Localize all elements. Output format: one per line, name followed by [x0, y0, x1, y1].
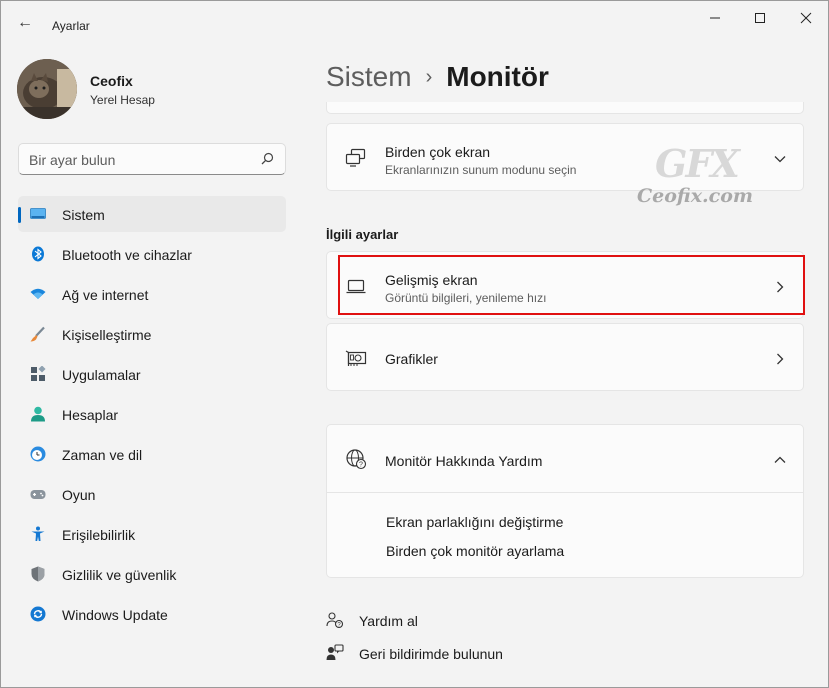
- section-title: İlgili ayarlar: [326, 227, 399, 242]
- update-icon: [30, 606, 46, 622]
- sidebar-item-label: Bluetooth ve cihazlar: [62, 247, 192, 263]
- person-icon: [31, 406, 45, 422]
- footer-label: Geri bildirimde bulunun: [359, 646, 503, 662]
- search-icon[interactable]: [259, 151, 275, 167]
- sidebar-item-apps[interactable]: Uygulamalar: [18, 356, 286, 392]
- wifi-icon: [30, 288, 46, 299]
- breadcrumb-parent[interactable]: Sistem: [326, 61, 412, 92]
- page-title: Monitör: [446, 61, 549, 92]
- sidebar-item-accounts[interactable]: Hesaplar: [18, 396, 286, 432]
- help-link-brightness[interactable]: Ekran parlaklığını değiştirme: [386, 514, 563, 530]
- help-card-header[interactable]: ? Monitör Hakkında Yardım: [327, 425, 803, 492]
- search-box[interactable]: [18, 143, 286, 175]
- help-card: ? Monitör Hakkında Yardım Ekran parlaklı…: [326, 424, 804, 578]
- sidebar-item-windows-update[interactable]: Windows Update: [18, 596, 286, 632]
- chevron-up-icon[interactable]: [773, 453, 787, 467]
- avatar[interactable]: [17, 59, 77, 119]
- card-title: Birden çok ekran: [385, 144, 491, 160]
- chevron-right-icon[interactable]: [773, 352, 787, 366]
- monitor-icon: [30, 208, 46, 219]
- search-input[interactable]: [29, 150, 249, 170]
- sidebar-item-label: Ağ ve internet: [62, 287, 149, 303]
- card-description: Ekranlarınızın sunum modunu seçin: [385, 163, 577, 177]
- card-title: Monitör Hakkında Yardım: [385, 453, 543, 469]
- card-title: Gelişmiş ekran: [385, 272, 478, 288]
- watermark: GFX Ceofix.com: [631, 141, 753, 211]
- settings-window: ← Ayarlar Ceofix Yerel Hesap Bir ayar bu…: [0, 0, 829, 688]
- sidebar-item-network[interactable]: Ağ ve internet: [18, 276, 286, 312]
- sidebar-item-accessibility[interactable]: Erişilebilirlik: [18, 516, 286, 552]
- clock-globe-icon: [30, 446, 46, 462]
- close-button[interactable]: [784, 7, 828, 31]
- sidebar-item-label: Oyun: [62, 487, 96, 503]
- help-person-icon: ?: [326, 612, 344, 629]
- sidebar-item-gaming[interactable]: Oyun: [18, 476, 286, 512]
- sidebar-nav: Sistem Bluetooth ve cihazlar Ağ ve inter…: [18, 196, 286, 636]
- back-button[interactable]: ←: [15, 13, 35, 33]
- user-name: Ceofix: [90, 73, 133, 89]
- laptop-icon: [346, 279, 366, 294]
- feedback-icon: [326, 644, 344, 660]
- card-description: Görüntü bilgileri, yenileme hızı: [385, 291, 547, 305]
- maximize-button[interactable]: [738, 7, 782, 31]
- sidebar-item-label: Erişilebilirlik: [62, 527, 136, 543]
- app-title: Ayarlar: [52, 19, 90, 33]
- sidebar-item-label: Kişiselleştirme: [62, 327, 152, 343]
- help-link-multi-monitor[interactable]: Birden çok monitör ayarlama: [386, 543, 564, 559]
- chevron-down-icon[interactable]: [773, 152, 787, 166]
- minimize-button[interactable]: [693, 7, 737, 31]
- sidebar-item-personalization[interactable]: Kişiselleştirme: [18, 316, 286, 352]
- breadcrumb: Sistem › Monitör: [326, 61, 549, 93]
- title-bar: ← Ayarlar: [1, 1, 828, 41]
- sidebar-item-label: Zaman ve dil: [62, 447, 143, 463]
- maximize-icon: [755, 13, 765, 23]
- multi-monitor-icon: [345, 148, 366, 167]
- cat-photo-icon: [17, 59, 77, 119]
- svg-text:?: ?: [359, 462, 363, 469]
- globe-help-icon: ?: [346, 449, 367, 470]
- accessibility-icon: [31, 526, 45, 541]
- bluetooth-icon: [32, 246, 44, 262]
- chevron-right-icon[interactable]: [773, 280, 787, 294]
- watermark-site: Ceofix.com: [637, 185, 753, 207]
- shield-icon: [31, 566, 45, 582]
- watermark-logo: GFX: [655, 141, 740, 186]
- brush-icon: [30, 326, 45, 342]
- previous-card-stub: [326, 102, 804, 114]
- sidebar-item-label: Uygulamalar: [62, 367, 141, 383]
- sidebar-item-sistem[interactable]: Sistem: [18, 196, 286, 232]
- graphics-card-icon: [345, 350, 367, 366]
- gamepad-icon: [30, 490, 46, 499]
- close-icon: [800, 12, 812, 24]
- advanced-display-card[interactable]: Gelişmiş ekran Görüntü bilgileri, yenile…: [326, 251, 804, 319]
- sidebar-item-privacy[interactable]: Gizlilik ve güvenlik: [18, 556, 286, 592]
- footer-label: Yardım al: [359, 613, 418, 629]
- sidebar-item-label: Sistem: [62, 207, 105, 223]
- minimize-icon: [710, 17, 720, 19]
- sidebar-item-time-language[interactable]: Zaman ve dil: [18, 436, 286, 472]
- sidebar-item-bluetooth[interactable]: Bluetooth ve cihazlar: [18, 236, 286, 272]
- card-title: Grafikler: [385, 351, 438, 367]
- graphics-card[interactable]: Grafikler: [326, 323, 804, 391]
- apps-icon: [31, 366, 46, 381]
- divider: [327, 492, 803, 493]
- sidebar-item-label: Windows Update: [62, 607, 168, 623]
- sidebar-item-label: Gizlilik ve güvenlik: [62, 567, 177, 583]
- sidebar-item-label: Hesaplar: [62, 407, 119, 423]
- breadcrumb-separator: ›: [425, 66, 433, 88]
- account-type: Yerel Hesap: [90, 93, 155, 107]
